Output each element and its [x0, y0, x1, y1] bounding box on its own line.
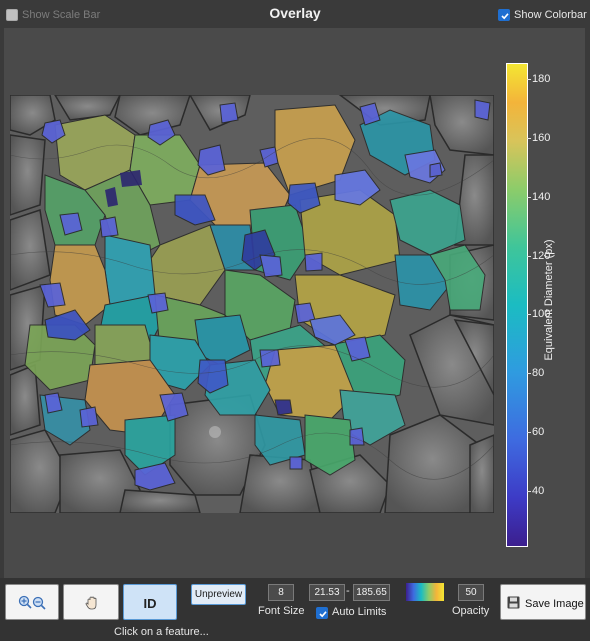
colorbar	[506, 63, 528, 547]
colorbar-tick-label: 60	[532, 426, 545, 438]
colormap-selector[interactable]	[406, 583, 444, 601]
font-size-input[interactable]: 8	[268, 584, 294, 601]
id-button[interactable]: ID	[123, 584, 177, 620]
opacity-label: Opacity	[452, 605, 490, 617]
save-image-label: Save Image	[525, 598, 584, 610]
colorbar-tickmark	[527, 138, 531, 139]
colorbar-tick-label: 80	[532, 367, 545, 379]
colorbar-tick-label: 160	[532, 132, 551, 144]
pan-button[interactable]	[63, 584, 119, 620]
unpreview-button-label: Unpreview	[194, 589, 243, 600]
colorbar-tickmark	[527, 432, 531, 433]
save-image-button[interactable]: Save Image	[500, 584, 586, 620]
colorbar-tickmark	[527, 79, 531, 80]
floppy-disk-icon	[507, 596, 520, 609]
colorbar-tickmark	[527, 373, 531, 374]
limit-min-input[interactable]: 21.53	[309, 584, 345, 601]
show-colorbar-checkbox[interactable]	[498, 9, 510, 21]
colorbar-tick-label: 180	[532, 73, 551, 85]
overlay-image[interactable]	[10, 95, 494, 513]
zoom-in-out-icon	[18, 595, 46, 610]
status-text: Click on a feature...	[114, 626, 209, 638]
limit-max-input[interactable]: 185.65	[353, 584, 390, 601]
colorbar-tickmark	[527, 314, 531, 315]
check-icon	[319, 611, 327, 618]
auto-limits-checkbox[interactable]	[316, 607, 328, 619]
colorbar-axis-label: Equivalent Diameter (px)	[543, 239, 555, 361]
opacity-input[interactable]: 50	[458, 584, 484, 601]
id-button-label: ID	[143, 596, 157, 611]
check-icon	[501, 13, 509, 20]
unpreview-button[interactable]: Unpreview	[191, 584, 246, 605]
colorbar-tick-label: 40	[532, 485, 545, 497]
colorbar-tickmark	[527, 491, 531, 492]
show-colorbar-label: Show Colorbar	[514, 9, 587, 21]
colorbar-tickmark	[527, 256, 531, 257]
colorbar-tickmark	[527, 197, 531, 198]
auto-limits-label: Auto Limits	[332, 606, 387, 618]
colorbar-tick-label: 140	[532, 191, 551, 203]
grain-overlay-map	[10, 95, 494, 513]
font-size-label: Font Size	[258, 605, 305, 617]
top-bar: Show Scale Bar Overlay Show Colorbar	[0, 0, 590, 28]
limit-separator: -	[346, 585, 350, 597]
zoom-button[interactable]	[5, 584, 59, 620]
hand-icon	[85, 596, 97, 610]
